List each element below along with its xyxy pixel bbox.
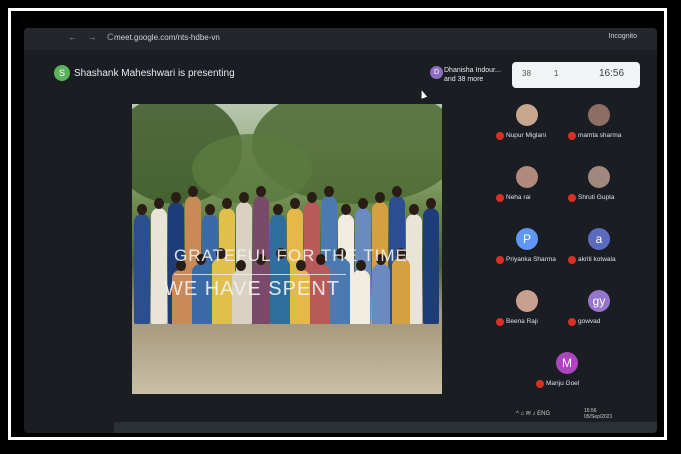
participant-name: Priyanka Sharma <box>506 256 556 263</box>
person-head <box>256 186 266 197</box>
participant-tile[interactable]: mamta sharma <box>566 100 636 154</box>
participant-tile[interactable]: M Manju Goel <box>534 348 604 402</box>
participant-grid: Nupur Miglani mamta sharma Neha rai Shruti … <box>494 100 654 420</box>
presenter-avatar: S <box>54 65 70 81</box>
participant-avatar <box>516 290 538 312</box>
participant-name: Manju Goel <box>546 380 580 387</box>
mic-muted-icon <box>568 318 576 326</box>
participant-tile[interactable]: Neha rai <box>494 162 564 216</box>
system-tray-icons[interactable]: ^ ⌂ ✉ ♪ ENG <box>516 410 550 417</box>
person-figure <box>151 198 167 324</box>
person-head <box>205 204 215 215</box>
mic-muted-icon <box>568 194 576 202</box>
participant-tile[interactable]: gy gowvad <box>566 286 636 340</box>
incognito-label[interactable]: Incognito <box>609 33 637 40</box>
address-bar[interactable]: meet.google.com/nts-hdbe-vn <box>114 33 220 42</box>
person-head <box>222 198 232 209</box>
host-avatar: D <box>430 66 443 79</box>
browser-toolbar: ← → C meet.google.com/nts-hdbe-vn Incogn… <box>24 28 657 50</box>
person-head <box>290 198 300 209</box>
participant-tile[interactable]: a akriti kotwala <box>566 224 636 278</box>
participant-avatar: P <box>516 228 538 250</box>
participant-avatar <box>588 166 610 188</box>
participant-name: Nupur Miglani <box>506 132 547 139</box>
participant-tile[interactable]: Nupur Miglani <box>494 100 564 154</box>
person-head <box>375 192 385 203</box>
person-figure <box>392 248 410 330</box>
chat-count[interactable]: 1 <box>554 69 558 78</box>
person-head <box>341 204 351 215</box>
person-head <box>137 204 147 215</box>
host-more: and 38 more <box>444 76 484 83</box>
person-head <box>188 186 198 197</box>
mic-muted-icon <box>568 256 576 264</box>
mic-muted-icon <box>496 318 504 326</box>
ground <box>132 324 442 394</box>
mic-muted-icon <box>568 132 576 140</box>
person-head <box>358 198 368 209</box>
person-head <box>409 204 419 215</box>
participant-avatar <box>516 166 538 188</box>
slide-caption-line1: GRATEFUL FOR THE TIME <box>174 246 408 265</box>
photo-frame: ← → C meet.google.com/nts-hdbe-vn Incogn… <box>0 0 681 454</box>
nav-arrows-icon[interactable]: ← → C <box>68 32 118 42</box>
presenter-text: Shashank Maheshwari is presenting <box>74 68 235 79</box>
person-head <box>239 192 249 203</box>
person-head <box>273 204 283 215</box>
mic-muted-icon <box>536 380 544 388</box>
participant-avatar: a <box>588 228 610 250</box>
person-head <box>392 186 402 197</box>
mic-muted-icon <box>496 256 504 264</box>
mouse-cursor-icon <box>418 89 428 99</box>
monitor-screen: ← → C meet.google.com/nts-hdbe-vn Incogn… <box>24 28 657 433</box>
person-figure <box>372 254 390 330</box>
people-count[interactable]: 38 <box>522 69 531 78</box>
slide-caption-line2: WE HAVE SPENT <box>164 278 340 300</box>
participant-name: akriti kotwala <box>578 256 616 263</box>
host-name: Dhanisha Indour... <box>444 67 501 74</box>
windows-taskbar <box>114 422 657 433</box>
participant-name: mamta sharma <box>578 132 622 139</box>
person-figure <box>134 204 150 324</box>
participant-tile[interactable]: Beena Raji <box>494 286 564 340</box>
person-figure <box>423 198 439 324</box>
participant-avatar: M <box>556 352 578 374</box>
participant-name: gowvad <box>578 318 601 325</box>
mic-muted-icon <box>496 132 504 140</box>
person-figure <box>352 260 370 330</box>
participant-avatar <box>516 104 538 126</box>
participant-avatar: gy <box>588 290 610 312</box>
participant-name: Shruti Gupta <box>578 194 615 201</box>
meeting-time: 16:56 <box>599 68 625 79</box>
participant-name: Neha rai <box>506 194 531 201</box>
mic-muted-icon <box>496 194 504 202</box>
host-info[interactable]: Dhanisha Indour... and 38 more <box>444 66 501 84</box>
system-clock[interactable]: 16:56 05/Sep/2021 <box>584 408 612 420</box>
system-clock-date: 05/Sep/2021 <box>584 414 613 420</box>
participant-tile[interactable]: Shruti Gupta <box>566 162 636 216</box>
person-head <box>154 198 164 209</box>
participant-avatar <box>588 104 610 126</box>
person-head <box>426 198 436 209</box>
person-head <box>171 192 181 203</box>
person-head <box>307 192 317 203</box>
caption-divider <box>174 274 346 275</box>
participant-tile[interactable]: P Priyanka Sharma <box>494 224 564 278</box>
person-head <box>324 186 334 197</box>
participant-name: Beena Raji <box>506 318 538 325</box>
